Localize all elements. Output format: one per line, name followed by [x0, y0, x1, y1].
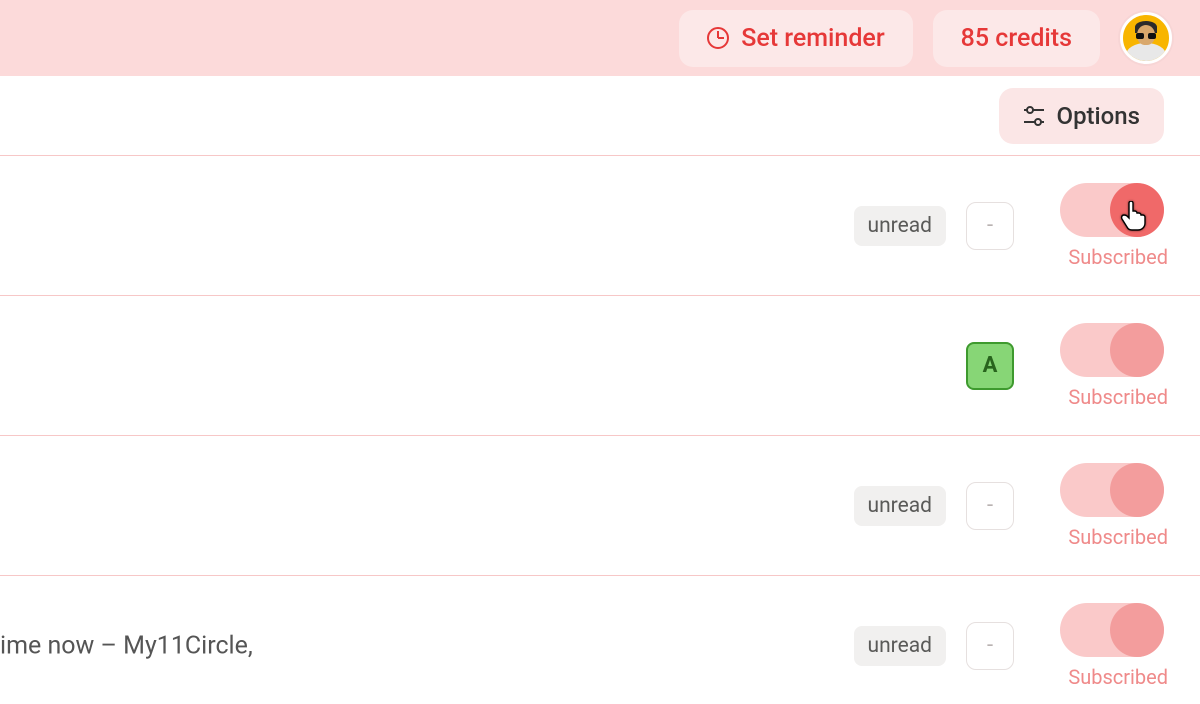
toggle-knob [1110, 603, 1164, 657]
grade-placeholder: - [966, 622, 1014, 670]
list-row: unread-Subscribed [0, 156, 1200, 296]
row-title-partial: ime now – My11Circle, [0, 631, 253, 660]
toggle-knob [1110, 323, 1164, 377]
subscribe-label: Subscribed [1068, 385, 1168, 409]
clock-icon [707, 27, 729, 49]
grade-placeholder: - [966, 202, 1014, 250]
subscribe-toggle-wrap: Subscribed [1060, 463, 1164, 549]
subscribe-toggle-wrap: Subscribed [1060, 323, 1164, 409]
list-row: A Subscribed [0, 296, 1200, 436]
header-bar: Set reminder 85 credits [0, 0, 1200, 76]
options-button[interactable]: Options [999, 88, 1164, 144]
subscribe-toggle[interactable] [1060, 323, 1164, 377]
toggle-knob [1110, 183, 1164, 237]
subscribe-toggle[interactable] [1060, 463, 1164, 517]
credits-label: 85 credits [961, 24, 1072, 53]
sliders-icon [1023, 106, 1045, 126]
unread-chip: unread [854, 206, 947, 246]
list-row: ime now – My11Circle,unread-Subscribed [0, 576, 1200, 704]
avatar-body [1126, 43, 1166, 64]
set-reminder-button[interactable]: Set reminder [679, 10, 912, 67]
set-reminder-label: Set reminder [741, 24, 884, 53]
row-meta-group: unread- [854, 202, 1015, 250]
unread-chip: unread [854, 626, 947, 666]
subscribe-label: Subscribed [1068, 525, 1168, 549]
grade-badge: A [966, 342, 1014, 390]
subscribe-toggle-wrap: Subscribed [1060, 183, 1164, 269]
sunglasses-icon [1136, 33, 1156, 39]
row-meta-group: unread- [854, 482, 1015, 530]
grade-placeholder: - [966, 482, 1014, 530]
toggle-knob [1110, 463, 1164, 517]
subscribe-toggle[interactable] [1060, 183, 1164, 237]
options-bar: Options [0, 76, 1200, 156]
list-row: unread-Subscribed [0, 436, 1200, 576]
row-meta-group: unread- [854, 622, 1015, 670]
options-label: Options [1057, 102, 1140, 130]
avatar[interactable] [1120, 12, 1172, 64]
row-meta-group: A [966, 342, 1014, 390]
unread-chip: unread [854, 486, 947, 526]
credits-button[interactable]: 85 credits [933, 10, 1100, 67]
subscribe-label: Subscribed [1068, 245, 1168, 269]
subscribe-label: Subscribed [1068, 665, 1168, 689]
subscribe-toggle[interactable] [1060, 603, 1164, 657]
subscribe-toggle-wrap: Subscribed [1060, 603, 1164, 689]
